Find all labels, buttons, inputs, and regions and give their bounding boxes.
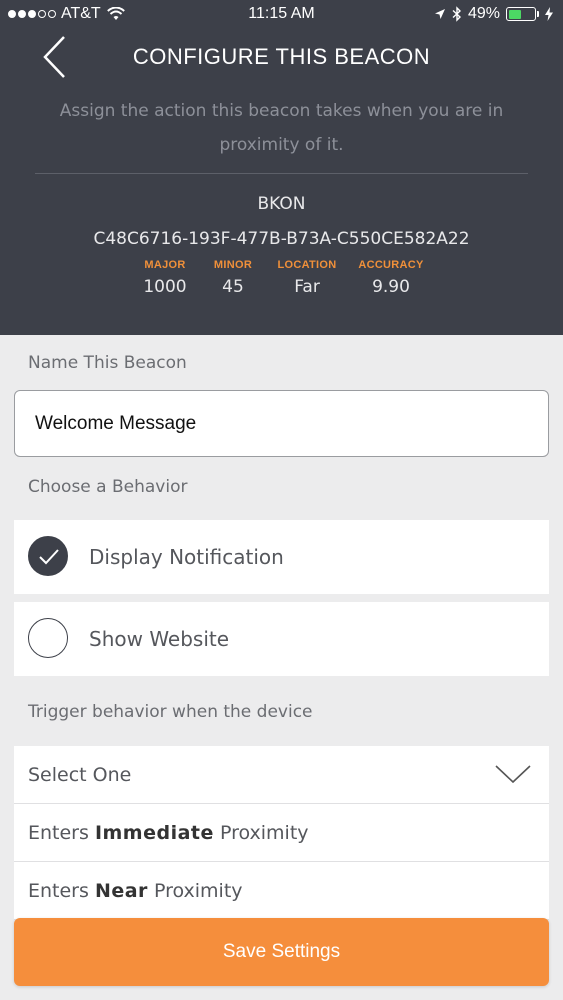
stat-value: Far (294, 277, 320, 297)
trigger-option-near[interactable]: Enters Near Proximity (14, 862, 549, 920)
stat-value: 9.90 (372, 277, 410, 297)
stat-value: 45 (222, 277, 244, 297)
behavior-option-label: Display Notification (89, 545, 284, 569)
behavior-option-display-notification[interactable]: Display Notification (14, 520, 549, 594)
battery-percent: 49% (467, 5, 500, 22)
stat-label: LOCATION (277, 259, 337, 271)
page-title: CONFIGURE THIS BEACON (132, 44, 431, 69)
behavior-option-show-website[interactable]: Show Website (14, 602, 549, 676)
header-divider (35, 173, 528, 174)
option-prefix: Enters (28, 880, 95, 902)
checkmark-icon (39, 549, 59, 565)
trigger-select-value: Select One (28, 764, 132, 786)
behavior-option-label: Show Website (89, 627, 230, 651)
charging-bolt-icon (545, 7, 553, 21)
status-bar: AT&T 11:15 AM 49% (0, 0, 563, 30)
beacon-name-input[interactable] (14, 390, 549, 457)
header-panel: AT&T 11:15 AM 49% CONFIGURE THIS BEACON … (0, 0, 563, 335)
trigger-option-immediate[interactable]: Enters Immediate Proximity (14, 804, 549, 862)
beacon-uuid: C48C6716-193F-477B-B73A-C550CE582A22 (93, 229, 470, 249)
trigger-section-label: Trigger behavior when the device (28, 702, 313, 722)
behavior-section-label: Choose a Behavior (28, 477, 188, 497)
bluetooth-icon (452, 6, 461, 22)
stat-label: MINOR (213, 259, 253, 271)
stat-label: ACCURACY (358, 259, 424, 271)
radio-checked[interactable] (28, 536, 68, 576)
stat-location: LOCATION Far (267, 259, 347, 297)
beacon-name: BKON (257, 194, 306, 214)
location-arrow-icon (434, 9, 445, 19)
radio-unchecked[interactable] (28, 618, 68, 658)
stat-minor: MINOR 45 (203, 259, 263, 297)
chevron-down-icon (495, 765, 531, 784)
stat-label: MAJOR (144, 259, 186, 271)
trigger-dropdown: Select One Enters Immediate Proximity En… (14, 746, 549, 920)
option-suffix: Proximity (213, 822, 309, 844)
option-bold: Near (94, 880, 148, 902)
stat-major: MAJOR 1000 (135, 259, 195, 297)
trigger-select[interactable]: Select One (14, 746, 549, 804)
option-prefix: Enters (28, 822, 95, 844)
page-subtitle: Assign the action this beacon takes when… (59, 101, 504, 155)
option-suffix: Proximity (147, 880, 243, 902)
battery-icon (506, 7, 539, 21)
stat-value: 1000 (143, 277, 187, 297)
stat-accuracy: ACCURACY 9.90 (351, 259, 431, 297)
option-bold: Immediate (94, 822, 214, 844)
name-section-label: Name This Beacon (28, 353, 187, 373)
save-settings-button[interactable]: Save Settings (14, 918, 549, 986)
